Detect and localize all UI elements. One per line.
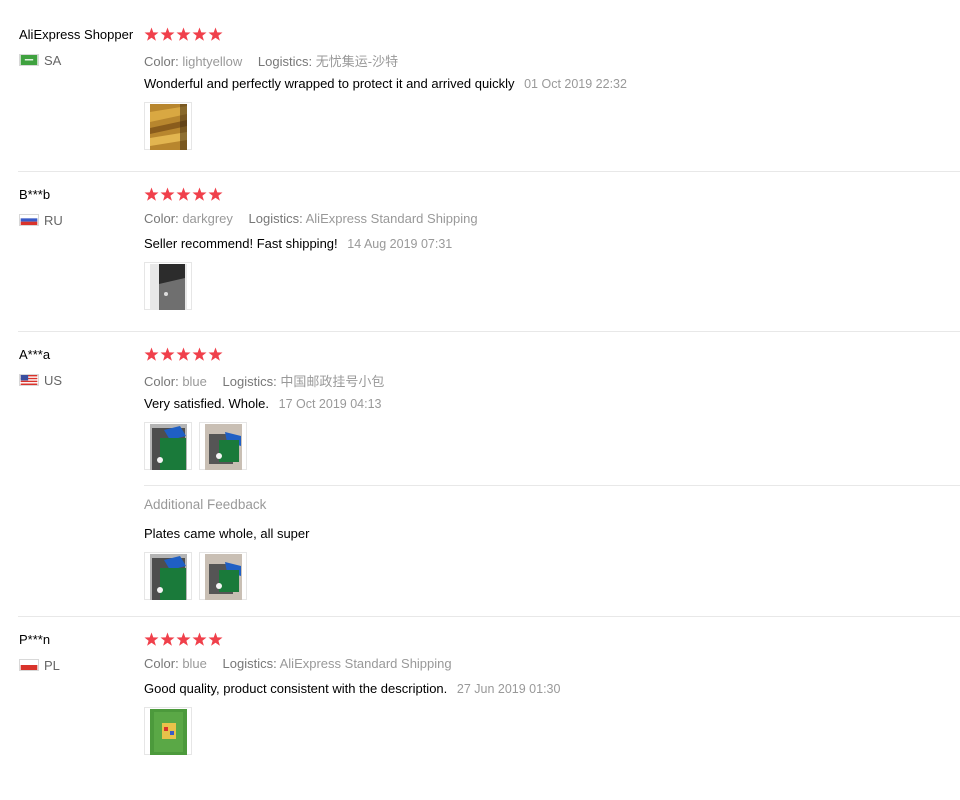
reviewer-country: RU	[19, 213, 63, 228]
review-content: Wonderful and perfectly wrapped to prote…	[144, 76, 627, 91]
star-icon	[144, 187, 159, 201]
usa-flag-icon	[19, 374, 39, 386]
review-photo[interactable]	[144, 422, 192, 470]
star-rating	[144, 187, 223, 201]
color-value: lightyellow	[182, 54, 243, 69]
additional-photo[interactable]	[144, 552, 192, 600]
star-icon	[144, 27, 159, 41]
review-photo[interactable]	[144, 102, 192, 150]
review-content: Seller recommend! Fast shipping! 14 Aug …	[144, 236, 452, 251]
star-icon	[208, 347, 223, 361]
country-code: US	[44, 373, 63, 388]
review-photo[interactable]	[144, 262, 192, 310]
green-mat-photo	[150, 709, 187, 755]
review-date: 14 Aug 2019 07:31	[347, 237, 453, 251]
star-icon	[176, 187, 191, 201]
star-icon	[144, 347, 159, 361]
order-info: Color: lightyellow Logistics: 无忧集运-沙特	[144, 51, 398, 70]
additional-text: Plates came whole, all super	[144, 526, 310, 541]
star-icon	[192, 187, 207, 201]
star-icon	[160, 27, 175, 41]
review-text: Good quality, product consistent with th…	[144, 681, 448, 696]
logistics-label: Logistics:	[222, 374, 277, 389]
star-icon	[144, 632, 159, 646]
star-rating	[144, 27, 223, 41]
star-icon	[176, 632, 191, 646]
blue-green-plates-photo	[205, 554, 242, 600]
poland-flag-icon	[19, 659, 39, 671]
country-code: RU	[44, 213, 63, 228]
blue-green-plates-photo	[205, 424, 242, 470]
russia-flag-icon	[19, 214, 39, 226]
star-rating	[144, 632, 223, 646]
review-photo[interactable]	[144, 707, 192, 755]
color-value: blue	[182, 374, 207, 389]
color-value: blue	[182, 656, 207, 671]
additional-divider	[144, 485, 960, 486]
reviewer-name: B***b	[19, 187, 51, 202]
logistics-label: Logistics:	[257, 54, 313, 69]
review-divider	[18, 616, 960, 617]
reviewer-name: AliExpress Shopper	[19, 27, 134, 42]
star-icon	[192, 347, 207, 361]
logistics-value: AliExpress Standard Shipping	[279, 656, 452, 671]
reviewer-country: PL	[19, 658, 60, 673]
star-icon	[160, 187, 175, 201]
star-icon	[160, 632, 175, 646]
logistics-value: 中国邮政挂号小包	[280, 374, 385, 389]
logistics-label: Logistics:	[248, 211, 303, 226]
star-icon	[192, 632, 207, 646]
reviewer-country: SA	[19, 53, 61, 68]
additional-photo[interactable]	[199, 552, 247, 600]
country-code: PL	[44, 658, 60, 673]
star-icon	[208, 27, 223, 41]
logistics-value: AliExpress Standard Shipping	[305, 211, 478, 226]
saudi-arabia-flag-icon	[19, 54, 39, 66]
reviewer-country: US	[19, 373, 62, 388]
star-rating	[144, 347, 223, 361]
color-label: Color:	[144, 54, 179, 69]
review-date: 27 Jun 2019 01:30	[456, 682, 561, 696]
star-icon	[208, 632, 223, 646]
additional-feedback-text: Plates came whole, all super	[144, 526, 309, 541]
review-photo[interactable]	[199, 422, 247, 470]
reviewer-name: A***a	[19, 347, 51, 362]
star-icon	[160, 347, 175, 361]
blue-green-plates-photo	[150, 554, 187, 600]
color-label: Color:	[144, 374, 179, 389]
color-value: darkgrey	[182, 211, 233, 226]
review-text: Very satisfied. Whole.	[144, 396, 269, 411]
blue-green-plates-photo	[150, 424, 187, 470]
additional-feedback-title: Additional Feedback	[144, 497, 267, 512]
color-label: Color:	[144, 211, 179, 226]
review-date: 01 Oct 2019 22:32	[524, 77, 627, 91]
color-label: Color:	[144, 656, 179, 671]
review-text: Wonderful and perfectly wrapped to prote…	[144, 76, 515, 91]
logistics-label: Logistics:	[222, 656, 277, 671]
review-content: Very satisfied. Whole. 17 Oct 2019 04:13	[144, 396, 381, 411]
dark-grey-plate-photo	[150, 264, 187, 310]
review-text: Seller recommend! Fast shipping!	[144, 236, 338, 251]
order-info: Color: blue Logistics: AliExpress Standa…	[144, 656, 452, 671]
review-date: 17 Oct 2019 04:13	[278, 397, 382, 411]
reviewer-name: P***n	[19, 632, 51, 647]
order-info: Color: blue Logistics: 中国邮政挂号小包	[144, 371, 384, 390]
star-icon	[208, 187, 223, 201]
gold-foil-photo	[150, 104, 187, 150]
review-divider	[18, 171, 960, 172]
logistics-value: 无忧集运-沙特	[315, 54, 399, 69]
review-divider	[18, 331, 960, 332]
order-info: Color: darkgrey Logistics: AliExpress St…	[144, 211, 478, 226]
country-code: SA	[44, 53, 62, 68]
star-icon	[192, 27, 207, 41]
review-content: Good quality, product consistent with th…	[144, 681, 560, 696]
star-icon	[176, 27, 191, 41]
star-icon	[176, 347, 191, 361]
